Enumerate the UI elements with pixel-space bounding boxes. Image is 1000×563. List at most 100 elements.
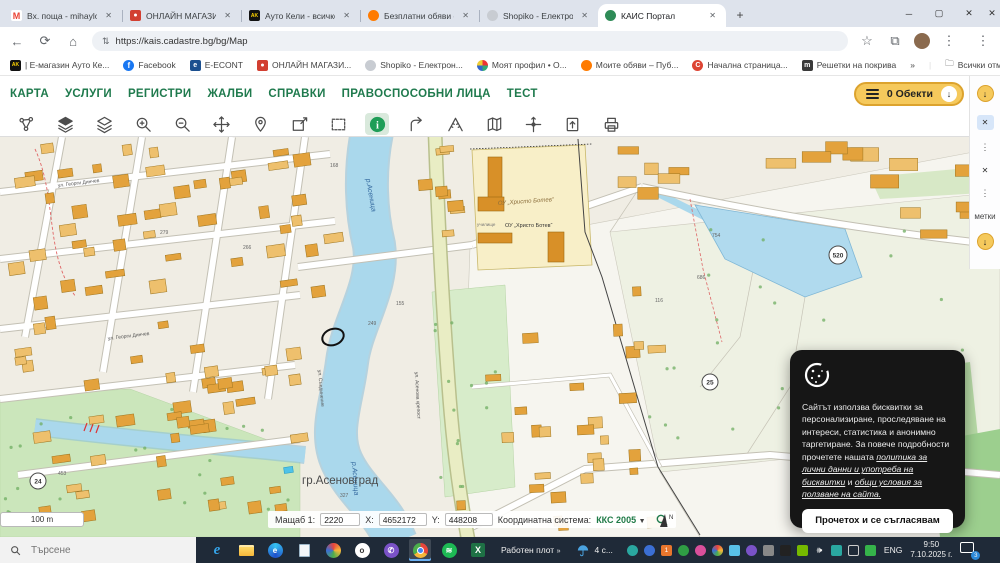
window-close-button[interactable]: ✕ bbox=[954, 0, 984, 27]
tray-icon[interactable]: 1 bbox=[661, 545, 672, 556]
browser-menu-icon[interactable]: ⋮ bbox=[940, 33, 958, 49]
identify-info-icon[interactable]: i bbox=[365, 113, 389, 135]
tray-icon[interactable] bbox=[729, 545, 740, 556]
language-indicator[interactable]: ENG bbox=[884, 545, 902, 555]
profile-avatar[interactable] bbox=[914, 33, 930, 49]
tab-close-icon[interactable]: ✕ bbox=[459, 10, 472, 21]
tab-auto-kelly[interactable]: AK Ауто Кели - всичко за ав ✕ bbox=[242, 4, 360, 27]
tab-close-icon[interactable]: ✕ bbox=[221, 10, 234, 21]
nav-pravosposobni-lica[interactable]: ПРАВОСПОСОБНИ ЛИЦА bbox=[342, 88, 491, 100]
tray-icon[interactable] bbox=[780, 545, 791, 556]
y-coordinate-input[interactable] bbox=[445, 513, 493, 526]
bookmark-profile[interactable]: Моят профил • О... bbox=[477, 60, 567, 71]
tab-kais-portal[interactable]: КАИС Портал ✕ bbox=[598, 4, 726, 27]
tray-icon[interactable] bbox=[712, 545, 723, 556]
crs-dropdown[interactable]: ККС 2005 ▼ bbox=[596, 515, 645, 525]
nav-test[interactable]: ТЕСТ bbox=[507, 88, 538, 100]
viber-icon[interactable]: ✆ bbox=[380, 539, 402, 561]
tab-close-icon[interactable]: ✕ bbox=[102, 10, 115, 21]
bookmark-facebook[interactable]: fFacebook bbox=[123, 60, 175, 71]
home-icon[interactable]: ⌂ bbox=[64, 34, 82, 49]
bookmarks-overflow-icon[interactable]: » bbox=[910, 60, 915, 70]
cookie-accept-button[interactable]: Прочетох и се съгласявам bbox=[802, 509, 953, 533]
scale-input[interactable] bbox=[320, 513, 360, 526]
basemap-icon[interactable] bbox=[53, 113, 77, 135]
bookmark-homepage[interactable]: CНачална страница... bbox=[692, 60, 787, 71]
bookmark-my-ads[interactable]: Моите обяви – Пуб... bbox=[581, 60, 679, 71]
chrome-icon[interactable] bbox=[409, 539, 431, 561]
tray-icon[interactable] bbox=[695, 545, 706, 556]
bookmark-online-shop[interactable]: ●ОНЛАЙН МАГАЗИ... bbox=[257, 60, 351, 71]
window-maximize-button[interactable]: ▢ bbox=[924, 0, 954, 27]
select-rectangle-icon[interactable] bbox=[326, 113, 350, 135]
all-bookmarks-button[interactable]: 🗀Всички отметки bbox=[945, 58, 1000, 72]
tab-gmail[interactable]: M Вх. поща - mihaylov.r@gm ✕ bbox=[4, 4, 122, 27]
export-icon[interactable] bbox=[560, 113, 584, 135]
zoom-out-icon[interactable] bbox=[170, 113, 194, 135]
tray-icon[interactable] bbox=[865, 545, 876, 556]
zoom-extent-icon[interactable] bbox=[287, 113, 311, 135]
tab-close-icon[interactable]: ✕ bbox=[340, 10, 353, 21]
file-explorer-icon[interactable] bbox=[235, 539, 257, 561]
address-bar[interactable]: ⇅ https://kais.cadastre.bg/bg/Map bbox=[92, 31, 848, 51]
excel-icon[interactable]: X bbox=[467, 539, 489, 561]
tray-icon[interactable] bbox=[678, 545, 689, 556]
edge-icon[interactable]: e bbox=[264, 539, 286, 561]
tab-close-icon[interactable]: ✕ bbox=[578, 10, 591, 21]
bookmark-roof-grids[interactable]: mРешетки на покрива bbox=[802, 60, 896, 71]
tray-icon[interactable] bbox=[763, 545, 774, 556]
spotify-icon[interactable]: ≋ bbox=[438, 539, 460, 561]
monitor-icon[interactable] bbox=[848, 545, 859, 556]
site-settings-icon[interactable]: ⇅ bbox=[102, 36, 109, 47]
strip-download-icon[interactable]: ↓ bbox=[977, 85, 994, 102]
taskbar-weather[interactable]: 4 с... bbox=[576, 544, 612, 557]
coordinates-icon[interactable] bbox=[521, 113, 545, 135]
paint-icon[interactable] bbox=[322, 539, 344, 561]
tab-shopiko[interactable]: Shopiko - Електронен ма ✕ bbox=[480, 4, 598, 27]
bookmark-star-icon[interactable]: ☆ bbox=[858, 33, 876, 49]
window-minimize-button[interactable]: ─ bbox=[894, 0, 924, 27]
download-arrow-icon[interactable]: ↓ bbox=[941, 86, 957, 102]
select-features-icon[interactable] bbox=[14, 113, 38, 135]
taskbar-search[interactable] bbox=[0, 537, 196, 563]
search-input[interactable] bbox=[29, 544, 159, 557]
nav-spravki[interactable]: СПРАВКИ bbox=[268, 88, 325, 100]
strip-menu-icon-2[interactable]: ⋮ bbox=[981, 188, 990, 199]
bookmark-shopiko[interactable]: Shopiko - Електрон... bbox=[365, 60, 463, 71]
tray-icon[interactable] bbox=[746, 545, 757, 556]
strip-close-icon-2[interactable]: ✕ bbox=[977, 163, 994, 178]
pan-icon[interactable] bbox=[209, 113, 233, 135]
nav-registri[interactable]: РЕГИСТРИ bbox=[128, 88, 192, 100]
panel-close-button[interactable]: ✕ bbox=[984, 0, 1000, 27]
objects-button[interactable]: 0 Обекти ↓ bbox=[854, 82, 964, 106]
strip-menu-icon[interactable]: ⋮ bbox=[981, 142, 990, 153]
nav-uslugi[interactable]: УСЛУГИ bbox=[65, 88, 112, 100]
cadastral-map[interactable]: р.Асеницар.Асеницагр.АсеновградОУ „Христ… bbox=[0, 137, 1000, 537]
x-coordinate-input[interactable] bbox=[379, 513, 427, 526]
taskbar-clock[interactable]: 9:50 7.10.2025 г. bbox=[910, 540, 952, 560]
layers-icon[interactable] bbox=[92, 113, 116, 135]
tab-online-shop[interactable]: ● ОНЛАЙН МАГАЗИН ЗА А ✕ bbox=[123, 4, 241, 27]
new-tab-button[interactable]: + bbox=[730, 5, 750, 25]
nav-karta[interactable]: КАРТА bbox=[10, 88, 49, 100]
measure-icon[interactable] bbox=[443, 113, 467, 135]
previous-extent-icon[interactable] bbox=[404, 113, 428, 135]
tab-close-icon[interactable]: ✕ bbox=[706, 10, 719, 21]
tray-icon[interactable] bbox=[627, 545, 638, 556]
volume-icon[interactable]: 🕪 bbox=[814, 545, 825, 556]
notepad-icon[interactable] bbox=[293, 539, 315, 561]
location-marker-icon[interactable] bbox=[248, 113, 272, 135]
tray-icon[interactable] bbox=[644, 545, 655, 556]
strip-close-icon[interactable]: ✕ bbox=[977, 115, 994, 130]
tray-icon[interactable] bbox=[797, 545, 808, 556]
ie-icon[interactable]: e bbox=[206, 539, 228, 561]
nav-zhalbi[interactable]: ЖАЛБИ bbox=[207, 88, 252, 100]
extensions-icon[interactable]: ⧉ bbox=[886, 33, 904, 49]
recorder-icon[interactable]: o bbox=[351, 539, 373, 561]
back-icon[interactable]: ← bbox=[8, 34, 26, 49]
reload-icon[interactable]: ⟳ bbox=[36, 33, 54, 49]
tray-icon[interactable] bbox=[831, 545, 842, 556]
bookmark-auto-kelly[interactable]: AK| Е-магазин Ауто Ке... bbox=[10, 60, 109, 71]
tab-bazar[interactable]: Безплатни обяви от Baza ✕ bbox=[361, 4, 479, 27]
notification-center[interactable]: 3 bbox=[960, 542, 980, 558]
